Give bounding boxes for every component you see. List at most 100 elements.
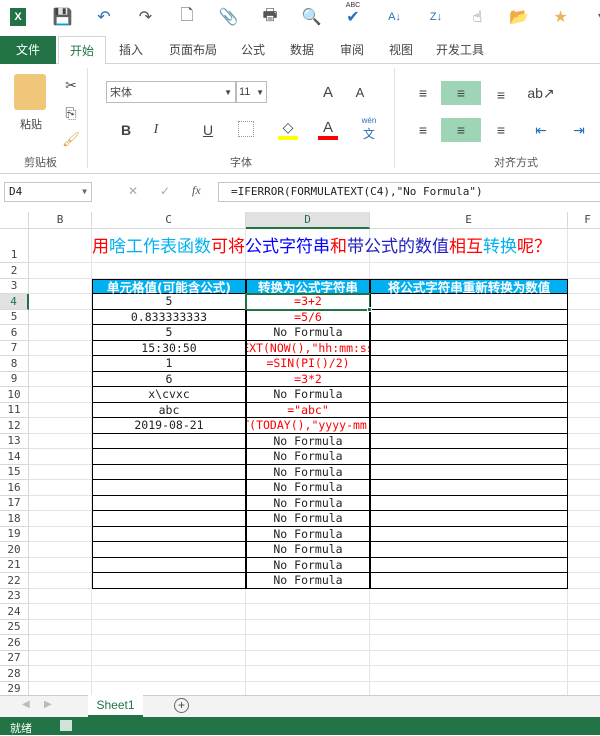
- add-sheet-icon[interactable]: +: [174, 698, 189, 713]
- align-middle-icon[interactable]: ≡: [441, 81, 481, 105]
- cell-converted-value[interactable]: [370, 325, 568, 341]
- cell-value[interactable]: 2019-08-21: [92, 418, 246, 434]
- active-cell[interactable]: =3+2: [245, 293, 371, 311]
- row-header-17[interactable]: 17: [0, 495, 29, 511]
- cell-converted-value[interactable]: [370, 402, 568, 418]
- cell-value[interactable]: x\cvxc: [92, 387, 246, 403]
- undo-icon[interactable]: ↶: [93, 6, 115, 28]
- tab-4[interactable]: 公式: [232, 36, 274, 64]
- cell-value[interactable]: [92, 511, 246, 527]
- cancel-icon[interactable]: ✕: [128, 184, 138, 198]
- cell-value[interactable]: abc: [92, 402, 246, 418]
- sheet-tab-sheet1[interactable]: Sheet1: [88, 695, 143, 717]
- paste-label[interactable]: 粘贴: [14, 116, 48, 132]
- cell-value[interactable]: 0.833333333: [92, 309, 246, 325]
- row-header-25[interactable]: 25: [0, 619, 29, 635]
- bold-button[interactable]: B: [116, 120, 136, 140]
- cell-value[interactable]: [92, 449, 246, 465]
- align-top-icon[interactable]: ≡: [410, 82, 436, 104]
- cell-value[interactable]: 5: [92, 325, 246, 341]
- name-box[interactable]: D4 ▼: [4, 182, 92, 202]
- font-size-select[interactable]: 11 ▼: [236, 81, 267, 103]
- cell-converted-value[interactable]: [370, 495, 568, 511]
- cell-formula-text[interactable]: =SIN(PI()/2): [246, 356, 370, 372]
- cut-icon[interactable]: ✂: [60, 74, 82, 96]
- font-color-icon[interactable]: A: [318, 118, 338, 140]
- touch-mode-icon[interactable]: ☝: [467, 6, 489, 28]
- row-header-23[interactable]: 23: [0, 588, 29, 604]
- cell-formula-text[interactable]: No Formula: [246, 526, 370, 542]
- row-header-16[interactable]: 16: [0, 480, 29, 496]
- underline-button[interactable]: U: [198, 120, 218, 140]
- cell-value[interactable]: [92, 573, 246, 589]
- paste-button[interactable]: [14, 74, 46, 110]
- cell-converted-value[interactable]: [370, 511, 568, 527]
- column-header-F[interactable]: F: [568, 212, 600, 229]
- cell-formula-text[interactable]: No Formula: [246, 387, 370, 403]
- orientation-icon[interactable]: ab↗: [527, 82, 554, 104]
- new-file-icon[interactable]: 🗋: [176, 6, 198, 28]
- cell-formula-text[interactable]: No Formula: [246, 464, 370, 480]
- insert-function-button[interactable]: fx: [192, 183, 201, 198]
- tab-8[interactable]: 开发工具: [428, 36, 492, 64]
- cell-value[interactable]: [92, 495, 246, 511]
- align-right-icon[interactable]: ≡: [488, 119, 514, 141]
- copy-icon[interactable]: ⎘: [60, 102, 82, 124]
- cell-converted-value[interactable]: [370, 340, 568, 356]
- cell-formula-text[interactable]: No Formula: [246, 495, 370, 511]
- cell-converted-value[interactable]: [370, 542, 568, 558]
- cell-formula-text[interactable]: No Formula: [246, 480, 370, 496]
- cell-converted-value[interactable]: [370, 464, 568, 480]
- cell-formula-text[interactable]: No Formula: [246, 433, 370, 449]
- row-header-15[interactable]: 15: [0, 464, 29, 480]
- row-header-6[interactable]: 6: [0, 325, 29, 341]
- increase-indent-icon[interactable]: ⇥: [566, 119, 592, 141]
- cell-formula-text[interactable]: ="abc": [246, 402, 370, 418]
- column-header-C[interactable]: C: [92, 212, 246, 229]
- row-header-3[interactable]: 3: [0, 278, 29, 294]
- row-header-10[interactable]: 10: [0, 387, 29, 403]
- row-header-4[interactable]: 4: [0, 294, 29, 310]
- cell-formula-text[interactable]: No Formula: [246, 573, 370, 589]
- cell-converted-value[interactable]: [370, 557, 568, 573]
- cell-formula-text[interactable]: No Formula: [246, 325, 370, 341]
- row-header-18[interactable]: 18: [0, 511, 29, 527]
- cell-formula-text[interactable]: =3*2: [246, 371, 370, 387]
- row-header-22[interactable]: 22: [0, 573, 29, 589]
- select-all-corner[interactable]: [0, 212, 29, 229]
- italic-button[interactable]: I: [146, 120, 166, 140]
- column-header-B[interactable]: B: [29, 212, 92, 229]
- row-header-12[interactable]: 12: [0, 418, 29, 434]
- cell-converted-value[interactable]: [370, 433, 568, 449]
- cell-value[interactable]: [92, 480, 246, 496]
- cell-converted-value[interactable]: [370, 309, 568, 325]
- cell-formula-text[interactable]: No Formula: [246, 449, 370, 465]
- align-left-icon[interactable]: ≡: [410, 119, 436, 141]
- customize-icon[interactable]: ▾: [591, 6, 600, 28]
- cell-converted-value[interactable]: [370, 371, 568, 387]
- borders-icon[interactable]: [238, 121, 254, 137]
- cell-formula-text[interactable]: No Formula: [246, 557, 370, 573]
- row-header-2[interactable]: 2: [0, 263, 29, 279]
- row-header-21[interactable]: 21: [0, 557, 29, 573]
- cell-converted-value[interactable]: [370, 294, 568, 310]
- grow-font-button[interactable]: A: [318, 82, 338, 102]
- cell-value[interactable]: 5: [92, 294, 246, 310]
- cell-converted-value[interactable]: [370, 387, 568, 403]
- redo-icon[interactable]: ↷: [135, 6, 157, 28]
- cell-converted-value[interactable]: [370, 573, 568, 589]
- row-header-28[interactable]: 28: [0, 666, 29, 682]
- cell-formula-text[interactable]: No Formula: [246, 542, 370, 558]
- tab-2[interactable]: 插入: [108, 36, 154, 64]
- row-header-1[interactable]: 1: [0, 229, 29, 263]
- sort-descending-icon[interactable]: Z↓: [425, 6, 447, 28]
- cell-value[interactable]: 15:30:50: [92, 340, 246, 356]
- cell-converted-value[interactable]: [370, 526, 568, 542]
- row-header-9[interactable]: 9: [0, 371, 29, 387]
- decrease-indent-icon[interactable]: ⇤: [528, 119, 554, 141]
- formula-input[interactable]: =IFERROR(FORMULATEXT(C4),"No Formula"): [218, 182, 600, 202]
- row-header-19[interactable]: 19: [0, 526, 29, 542]
- print-icon[interactable]: 🖶: [259, 6, 281, 28]
- row-header-14[interactable]: 14: [0, 449, 29, 465]
- row-header-13[interactable]: 13: [0, 433, 29, 449]
